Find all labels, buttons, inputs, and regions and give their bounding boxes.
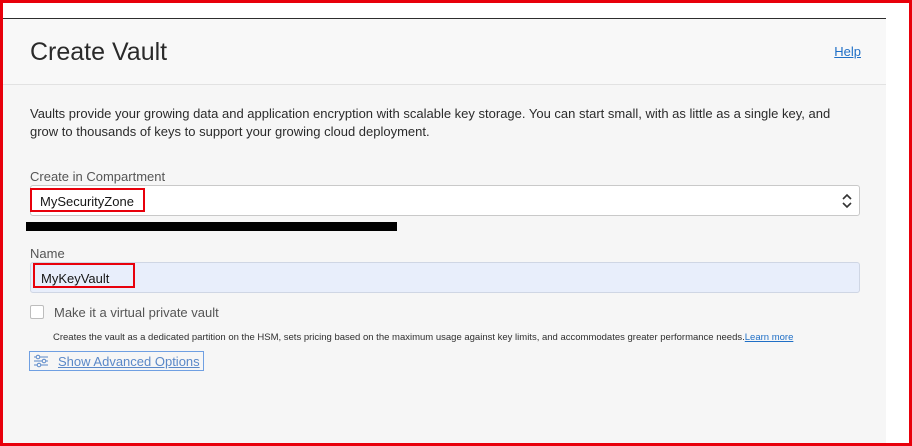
chevron-up-down-icon [842, 193, 852, 209]
name-input[interactable]: MyKeyVault [30, 262, 860, 293]
create-vault-panel: Create Vault Help Vaults provide your gr… [3, 18, 886, 444]
compartment-select[interactable]: MySecurityZone [30, 185, 860, 216]
show-advanced-options-button[interactable]: Show Advanced Options [29, 351, 204, 371]
vault-description: Vaults provide your growing data and app… [30, 106, 831, 139]
compartment-label: Create in Compartment [30, 169, 166, 184]
sliders-icon [34, 354, 48, 368]
virtual-private-vault-checkbox[interactable] [30, 305, 44, 319]
virtual-private-vault-label: Make it a virtual private vault [54, 305, 219, 320]
help-link[interactable]: Help [834, 44, 861, 59]
virtual-private-vault-help-text: Creates the vault as a dedicated partiti… [53, 332, 745, 343]
name-label: Name [30, 246, 65, 261]
redaction-bar [26, 222, 397, 231]
page-title: Create Vault [30, 38, 168, 66]
name-input-value: MyKeyVault [41, 271, 110, 286]
compartment-selected-value: MySecurityZone [40, 194, 134, 209]
learn-more-link[interactable]: Learn more [745, 332, 794, 343]
show-advanced-options-label: Show Advanced Options [58, 354, 200, 369]
panel-header: Create Vault Help [3, 19, 886, 85]
virtual-private-vault-help: Creates the vault as a dedicated partiti… [53, 332, 793, 343]
